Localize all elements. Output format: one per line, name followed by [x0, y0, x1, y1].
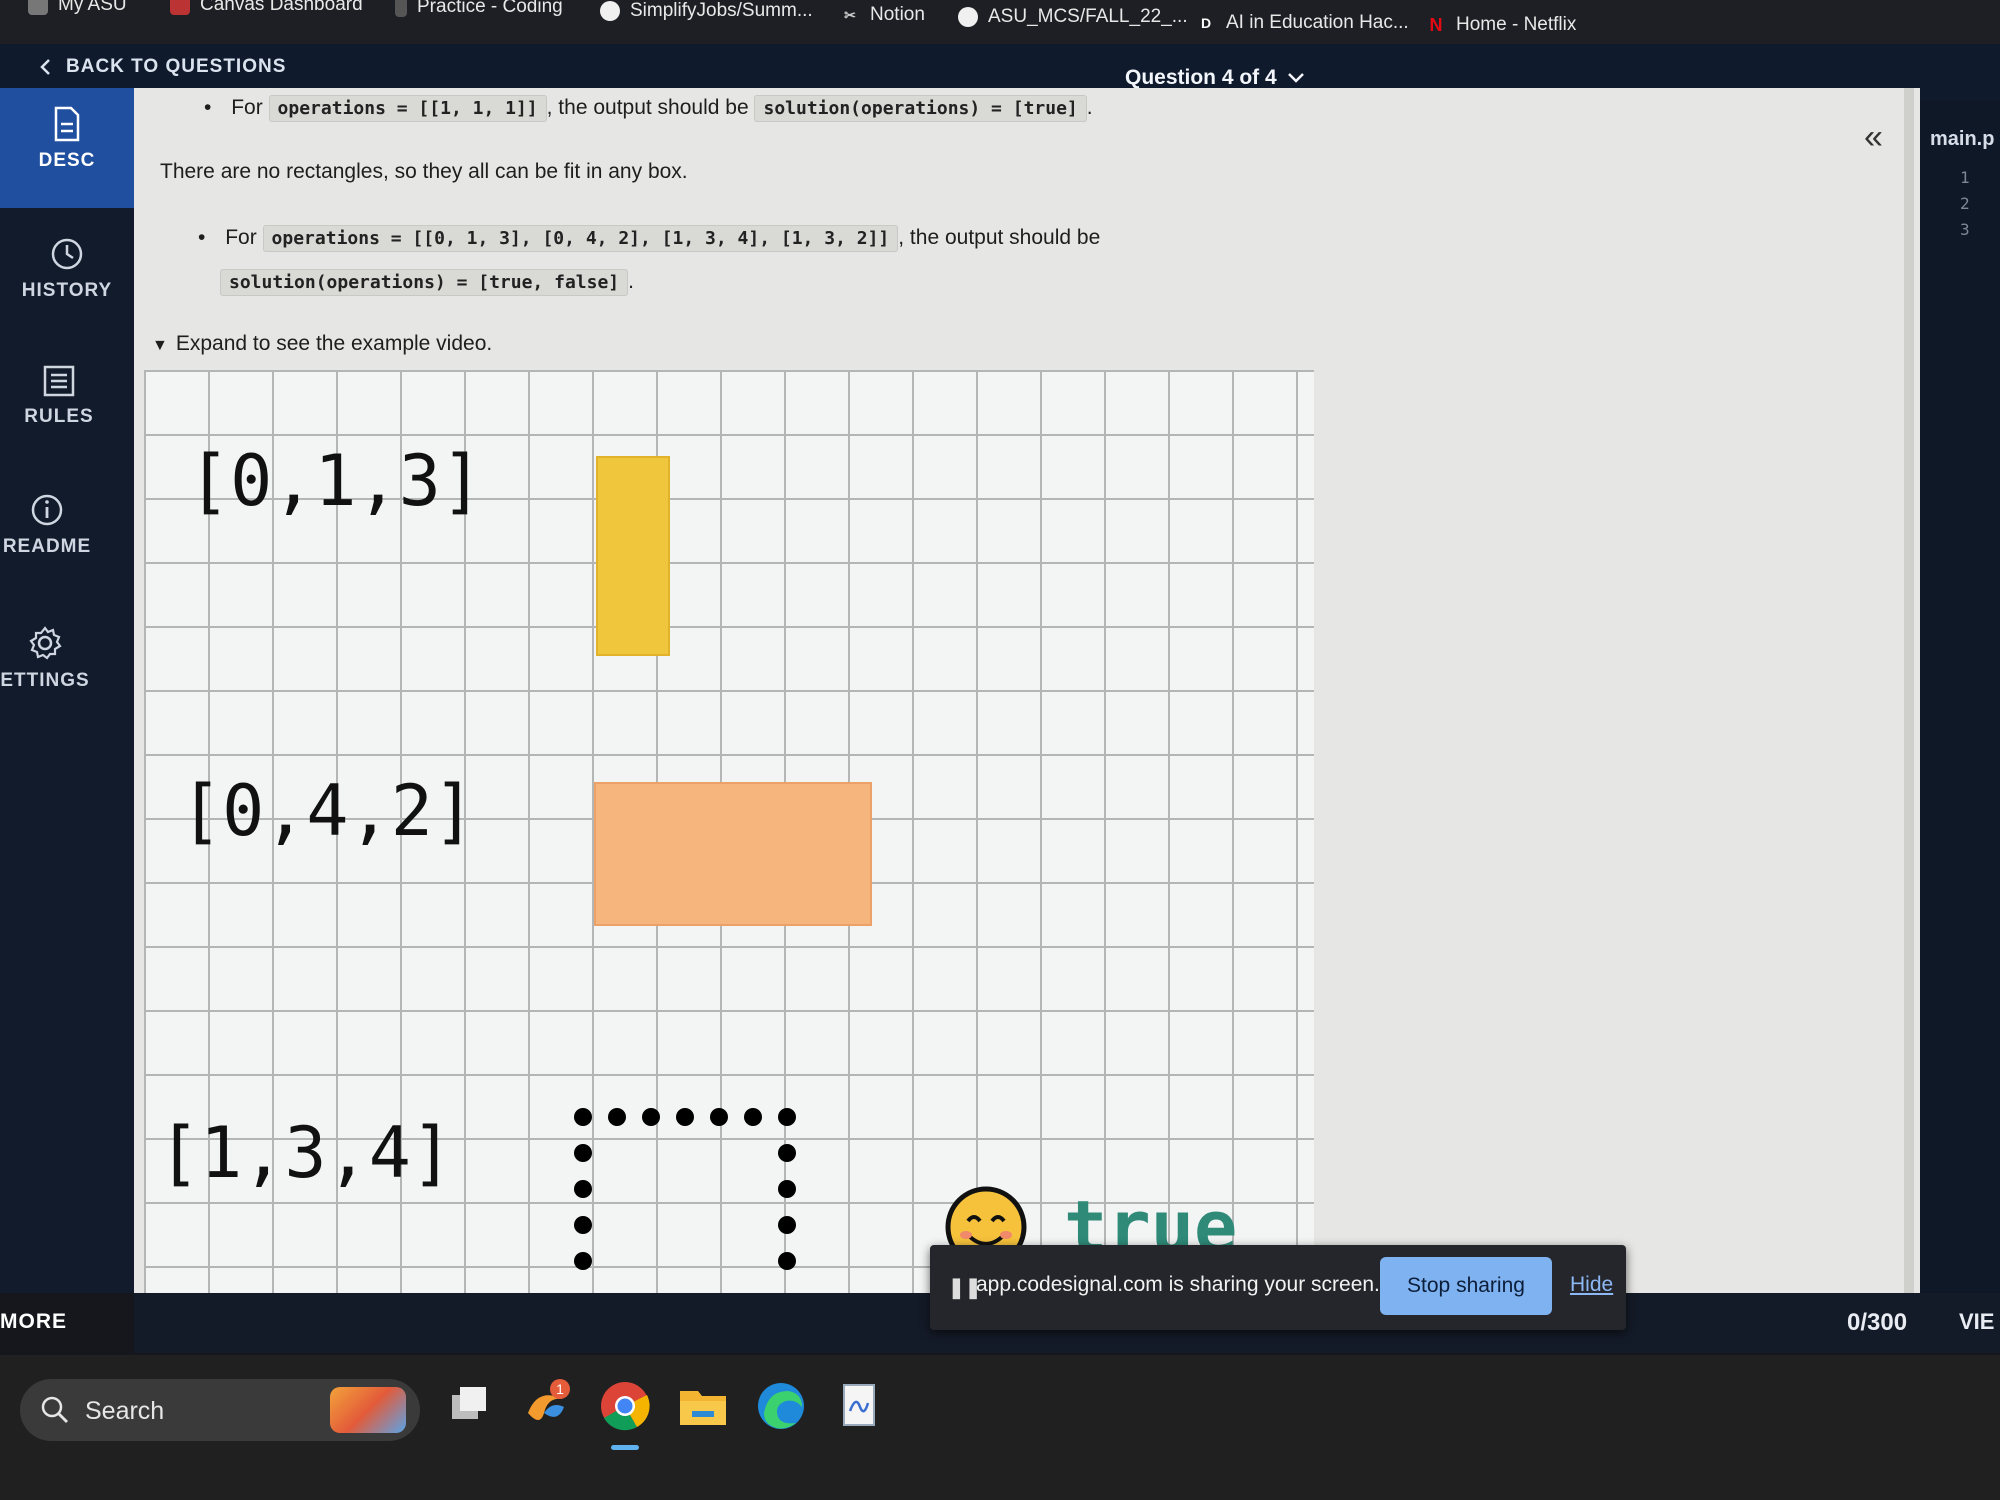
- notification-badge: 1: [556, 1381, 564, 1397]
- taskbar: Search 1: [0, 1355, 2000, 1500]
- nav-history[interactable]: HISTORY: [0, 218, 134, 338]
- operation-label: [0,1,3]: [188, 440, 484, 522]
- back-to-questions-button[interactable]: BACK TO QUESTIONS: [38, 56, 286, 78]
- question-selector[interactable]: Question 4 of 4: [1125, 66, 1305, 90]
- operation-label: [0,4,2]: [180, 770, 476, 852]
- document-app-icon[interactable]: [830, 1377, 888, 1435]
- chevron-left-icon: [40, 59, 50, 75]
- left-nav: DESC HISTORY RULES README ETTINGS: [0, 88, 134, 1293]
- bookmark-practice-coding[interactable]: Practice - Coding: [395, 0, 563, 18]
- nav-settings[interactable]: ETTINGS: [0, 606, 112, 726]
- example-2: For operations = [[0, 1, 3], [0, 4, 2], …: [198, 225, 1100, 252]
- list-icon: [43, 365, 75, 397]
- bookmark-canvas-dashboard[interactable]: Canvas Dashboard: [170, 0, 363, 16]
- search-icon: [41, 1396, 68, 1423]
- rectangle-yellow: [596, 456, 670, 656]
- bookmark-icon: [28, 0, 48, 15]
- bookmark-simplifyjobs[interactable]: SimplifyJobs/Summ...: [600, 0, 813, 22]
- file-tab[interactable]: main.p: [1930, 128, 1994, 151]
- edge-icon[interactable]: [752, 1377, 810, 1435]
- notion-icon: ✂: [844, 7, 856, 23]
- line-number: 3: [1960, 220, 1970, 239]
- bookmark-netflix[interactable]: N Home - Netflix: [1426, 14, 1577, 36]
- collapse-panel-icon[interactable]: «: [1864, 118, 1883, 157]
- line-number: 1: [1960, 168, 1970, 187]
- task-view-icon[interactable]: [440, 1377, 498, 1435]
- widget-illustration-icon: [330, 1387, 406, 1433]
- document-icon: [54, 106, 80, 142]
- dotted-box: [574, 1108, 804, 1270]
- chevron-down-icon: [1287, 73, 1304, 83]
- info-icon: [31, 494, 63, 526]
- bookmark-asu-mcs[interactable]: ASU_MCS/FALL_22_...: [958, 6, 1188, 28]
- screen-share-banner: ❚❚ app.codesignal.com is sharing your sc…: [930, 1245, 1626, 1330]
- panel-divider[interactable]: [1904, 88, 1914, 1293]
- nav-rules[interactable]: RULES: [0, 346, 126, 466]
- rectangle-orange: [594, 782, 872, 926]
- devpost-icon: D: [1200, 15, 1212, 31]
- gear-icon: [29, 626, 62, 660]
- taskbar-search[interactable]: Search: [20, 1379, 420, 1441]
- code-snippet: solution(operations) = [true]: [754, 95, 1087, 122]
- file-explorer-icon[interactable]: [674, 1377, 732, 1435]
- canvas-icon: [170, 0, 190, 15]
- char-count: 0/300: [1847, 1309, 1908, 1336]
- nav-more[interactable]: MORE: [0, 1310, 67, 1334]
- clock-icon: [51, 238, 83, 270]
- bookmark-my-asu[interactable]: My ASU: [28, 0, 127, 16]
- pin-icon: [395, 0, 407, 17]
- expand-video-toggle[interactable]: ▼ Expand to see the example video.: [152, 332, 492, 356]
- app-notification-icon[interactable]: 1: [518, 1377, 576, 1435]
- bookmark-notion[interactable]: ✂ Notion: [840, 4, 925, 26]
- netflix-icon: N: [1429, 15, 1443, 35]
- example-1: For operations = [[1, 1, 1]], the output…: [204, 95, 1093, 122]
- stop-sharing-button[interactable]: Stop sharing: [1380, 1257, 1552, 1315]
- code-snippet: solution(operations) = [true, false]: [220, 269, 629, 296]
- active-app-indicator: [611, 1445, 639, 1450]
- nav-desc[interactable]: DESC: [0, 88, 134, 208]
- chrome-icon[interactable]: [596, 1377, 654, 1435]
- nav-readme[interactable]: README: [0, 474, 114, 594]
- code-editor[interactable]: main.p 1 2 3: [1920, 100, 2000, 1293]
- example-2-result: solution(operations) = [true, false].: [220, 269, 634, 296]
- share-message: app.codesignal.com is sharing your scree…: [976, 1273, 1380, 1296]
- hide-link[interactable]: Hide: [1570, 1273, 1613, 1297]
- github-icon: [600, 1, 620, 21]
- description-panel: For operations = [[1, 1, 1]], the output…: [134, 88, 1920, 1293]
- operation-label: [1,3,4]: [158, 1112, 454, 1194]
- example-note: There are no rectangles, so they all can…: [160, 160, 688, 183]
- triangle-down-icon: ▼: [152, 337, 168, 354]
- bookmarks-bar: My ASU Canvas Dashboard Practice - Codin…: [0, 0, 2000, 44]
- example-video[interactable]: [0,1,3] [0,4,2] [1,3,4] true: [144, 370, 1314, 1293]
- bookmark-ai-education[interactable]: D AI in Education Hac...: [1196, 12, 1409, 34]
- code-snippet: operations = [[0, 1, 3], [0, 4, 2], [1, …: [262, 225, 899, 252]
- code-snippet: operations = [[1, 1, 1]]: [268, 95, 547, 122]
- view-button[interactable]: VIE: [1959, 1309, 1994, 1335]
- github-icon: [958, 7, 978, 27]
- line-number: 2: [1960, 194, 1970, 213]
